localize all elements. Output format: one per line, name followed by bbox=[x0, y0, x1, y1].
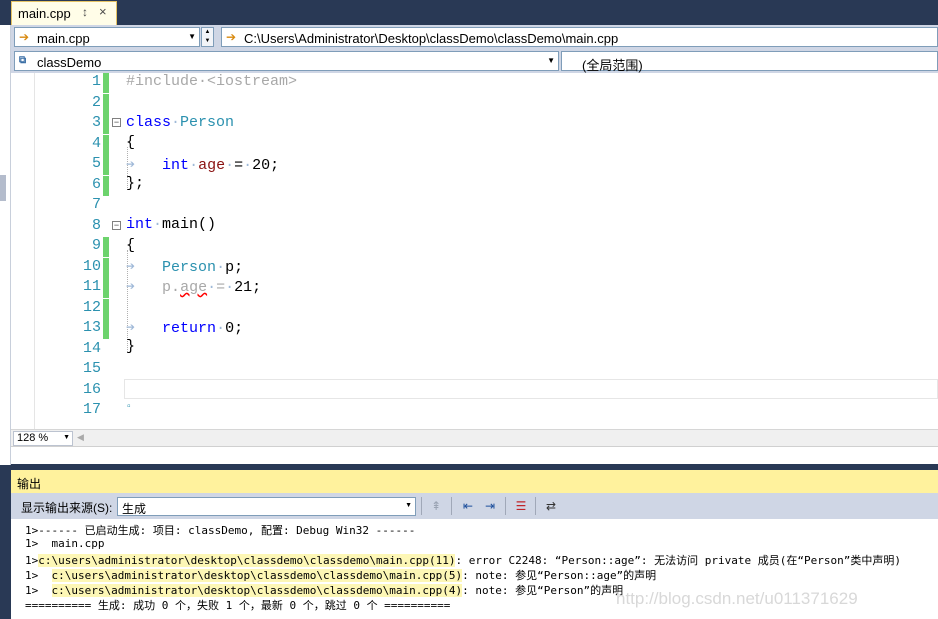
change-bar bbox=[103, 175, 109, 196]
toggle-word-wrap-icon[interactable]: ⇄ bbox=[542, 498, 560, 514]
output-source-dropdown[interactable]: 生成 ▼ bbox=[117, 497, 416, 516]
line-number: 9 bbox=[91, 237, 101, 254]
arrow-right-icon: ➔ bbox=[226, 30, 237, 44]
change-bar bbox=[103, 155, 109, 175]
output-line: 1> c:\users\administrator\desktop\classd… bbox=[25, 569, 657, 582]
toolbar-separator bbox=[505, 497, 506, 515]
code-line-3: class·Person bbox=[126, 114, 235, 131]
go-to-next-message-icon[interactable]: ⇥ bbox=[481, 498, 499, 514]
editor-status-strip: 128 % ▼ ◀ bbox=[11, 429, 938, 446]
line-number: 12 bbox=[82, 298, 101, 316]
document-tab-strip: main.cpp ↕ × bbox=[0, 0, 938, 25]
file-spin-button[interactable]: ▲ ▼ bbox=[201, 27, 214, 47]
chevron-down-icon: ▼ bbox=[547, 56, 555, 65]
toolbar-separator bbox=[451, 497, 452, 515]
change-bar bbox=[103, 319, 109, 339]
line-number: 1 bbox=[91, 73, 101, 90]
fold-class-icon[interactable]: − bbox=[112, 118, 121, 127]
file-path: C:\Users\Administrator\Desktop\classDemo… bbox=[244, 31, 619, 46]
code-line-8: int·main() bbox=[126, 216, 217, 233]
close-icon[interactable]: × bbox=[99, 4, 107, 19]
line-number: 8 bbox=[91, 216, 101, 234]
class-icon: ⧉ bbox=[19, 55, 27, 66]
find-message-icon[interactable]: ⇞ bbox=[427, 498, 445, 514]
tab-main-cpp[interactable]: main.cpp ↕ × bbox=[11, 1, 117, 25]
toolbar-separator bbox=[421, 497, 422, 515]
collapsed-tool-window-tab[interactable] bbox=[0, 175, 6, 201]
go-to-previous-message-icon[interactable]: ⇤ bbox=[459, 498, 477, 514]
line-number: 11 bbox=[82, 278, 101, 295]
watermark-text: http://blog.csdn.net/u011371629 bbox=[616, 589, 858, 608]
clear-all-icon[interactable]: ☰ bbox=[512, 498, 530, 514]
file-dropdown-value: main.cpp bbox=[37, 31, 90, 46]
line-number: 13 bbox=[82, 319, 101, 336]
line-number: 5 bbox=[91, 155, 101, 172]
output-line: 1> c:\users\administrator\desktop\classd… bbox=[25, 584, 624, 597]
change-bar bbox=[103, 257, 109, 278]
change-bar bbox=[103, 114, 109, 134]
output-line: ========== 生成: 成功 0 个，失败 1 个，最新 0 个，跳过 0… bbox=[25, 599, 451, 612]
end-of-file-marker: ▫ bbox=[126, 402, 133, 413]
line-number: 17 bbox=[82, 401, 101, 418]
code-line-5: ➔ int·age·=·20; bbox=[126, 157, 280, 174]
change-bar bbox=[103, 73, 109, 93]
output-text-area[interactable]: 1>------ 已启动生成: 项目: classDemo, 配置: Debug… bbox=[11, 519, 938, 619]
code-line-14: } bbox=[126, 338, 136, 355]
line-number: 3 bbox=[91, 114, 101, 131]
line-number: 6 bbox=[91, 175, 101, 193]
line-number: 2 bbox=[91, 93, 101, 111]
code-editor[interactable]: 1 2 3 4 5 6 7 8 9 10 11 12 13 14 15 16 17 − − #include·<… bbox=[11, 73, 938, 429]
zoom-dropdown[interactable]: 128 % ▼ bbox=[13, 431, 73, 446]
code-line-4: { bbox=[126, 134, 136, 151]
spin-up-icon[interactable]: ▲ bbox=[202, 28, 213, 37]
output-pane-title: 输出 bbox=[11, 470, 938, 493]
chevron-down-icon: ▼ bbox=[63, 434, 70, 441]
pin-icon[interactable]: ↕ bbox=[82, 5, 88, 19]
scope-dropdown-value: (全局范围) bbox=[582, 58, 643, 73]
scope-dropdown[interactable]: (全局范围) bbox=[561, 51, 938, 73]
output-source-value: 生成 bbox=[122, 502, 147, 516]
navigation-bar: ➔ main.cpp ▼ ▲ ▼ ➔ C:\Users\Administrato… bbox=[11, 25, 938, 73]
path-dropdown[interactable]: ➔ C:\Users\Administrator\Desktop\classDe… bbox=[221, 27, 938, 47]
code-line-13: ➔ return·0; bbox=[126, 320, 244, 337]
indicator-margin bbox=[11, 73, 35, 429]
output-source-label: 显示输出来源(S): bbox=[21, 501, 113, 515]
arrow-right-icon: ➔ bbox=[19, 30, 30, 44]
horizontal-scrollbar[interactable] bbox=[11, 446, 938, 464]
fold-main-icon[interactable]: − bbox=[112, 221, 121, 230]
output-line: 1>------ 已启动生成: 项目: classDemo, 配置: Debug… bbox=[25, 524, 416, 537]
code-line-6: }; bbox=[126, 175, 145, 192]
change-bar bbox=[103, 278, 109, 298]
line-number: 16 bbox=[82, 380, 101, 398]
code-line-1: #include·<iostream> bbox=[126, 73, 298, 90]
line-number: 10 bbox=[82, 257, 101, 275]
output-title-label: 输出 bbox=[17, 477, 42, 491]
output-toolbar: 显示输出来源(S): 生成 ▼ ⇞ ⇤ ⇥ ☰ ⇄ bbox=[11, 493, 938, 519]
change-bar bbox=[103, 134, 109, 155]
toolbar-separator bbox=[535, 497, 536, 515]
output-line: 1> main.cpp bbox=[25, 537, 105, 550]
zoom-value: 128 % bbox=[17, 432, 49, 444]
output-line: 1>c:\users\administrator\desktop\classde… bbox=[25, 554, 901, 567]
spin-down-icon[interactable]: ▼ bbox=[202, 37, 213, 46]
chevron-down-icon: ▼ bbox=[188, 32, 196, 41]
scroll-left-icon[interactable]: ◀ bbox=[77, 432, 84, 443]
tab-label: main.cpp bbox=[18, 6, 71, 21]
line-number: 7 bbox=[91, 196, 101, 213]
current-line-highlight bbox=[124, 379, 938, 399]
code-line-10: ➔ Person·p; bbox=[126, 259, 244, 276]
line-number: 14 bbox=[82, 339, 101, 357]
change-bar bbox=[103, 237, 109, 257]
left-tool-strip bbox=[0, 25, 11, 465]
line-number: 15 bbox=[82, 360, 101, 377]
change-bar bbox=[103, 93, 109, 114]
file-dropdown[interactable]: ➔ main.cpp ▼ bbox=[14, 27, 200, 47]
project-dropdown[interactable]: ⧉ classDemo ▼ bbox=[14, 51, 559, 71]
change-bar bbox=[103, 298, 109, 319]
chevron-down-icon: ▼ bbox=[405, 502, 412, 509]
code-line-9: { bbox=[126, 237, 136, 254]
code-line-11: ➔ p.age·=·21; bbox=[126, 279, 262, 296]
line-number: 4 bbox=[91, 134, 101, 152]
project-dropdown-value: classDemo bbox=[37, 55, 102, 70]
